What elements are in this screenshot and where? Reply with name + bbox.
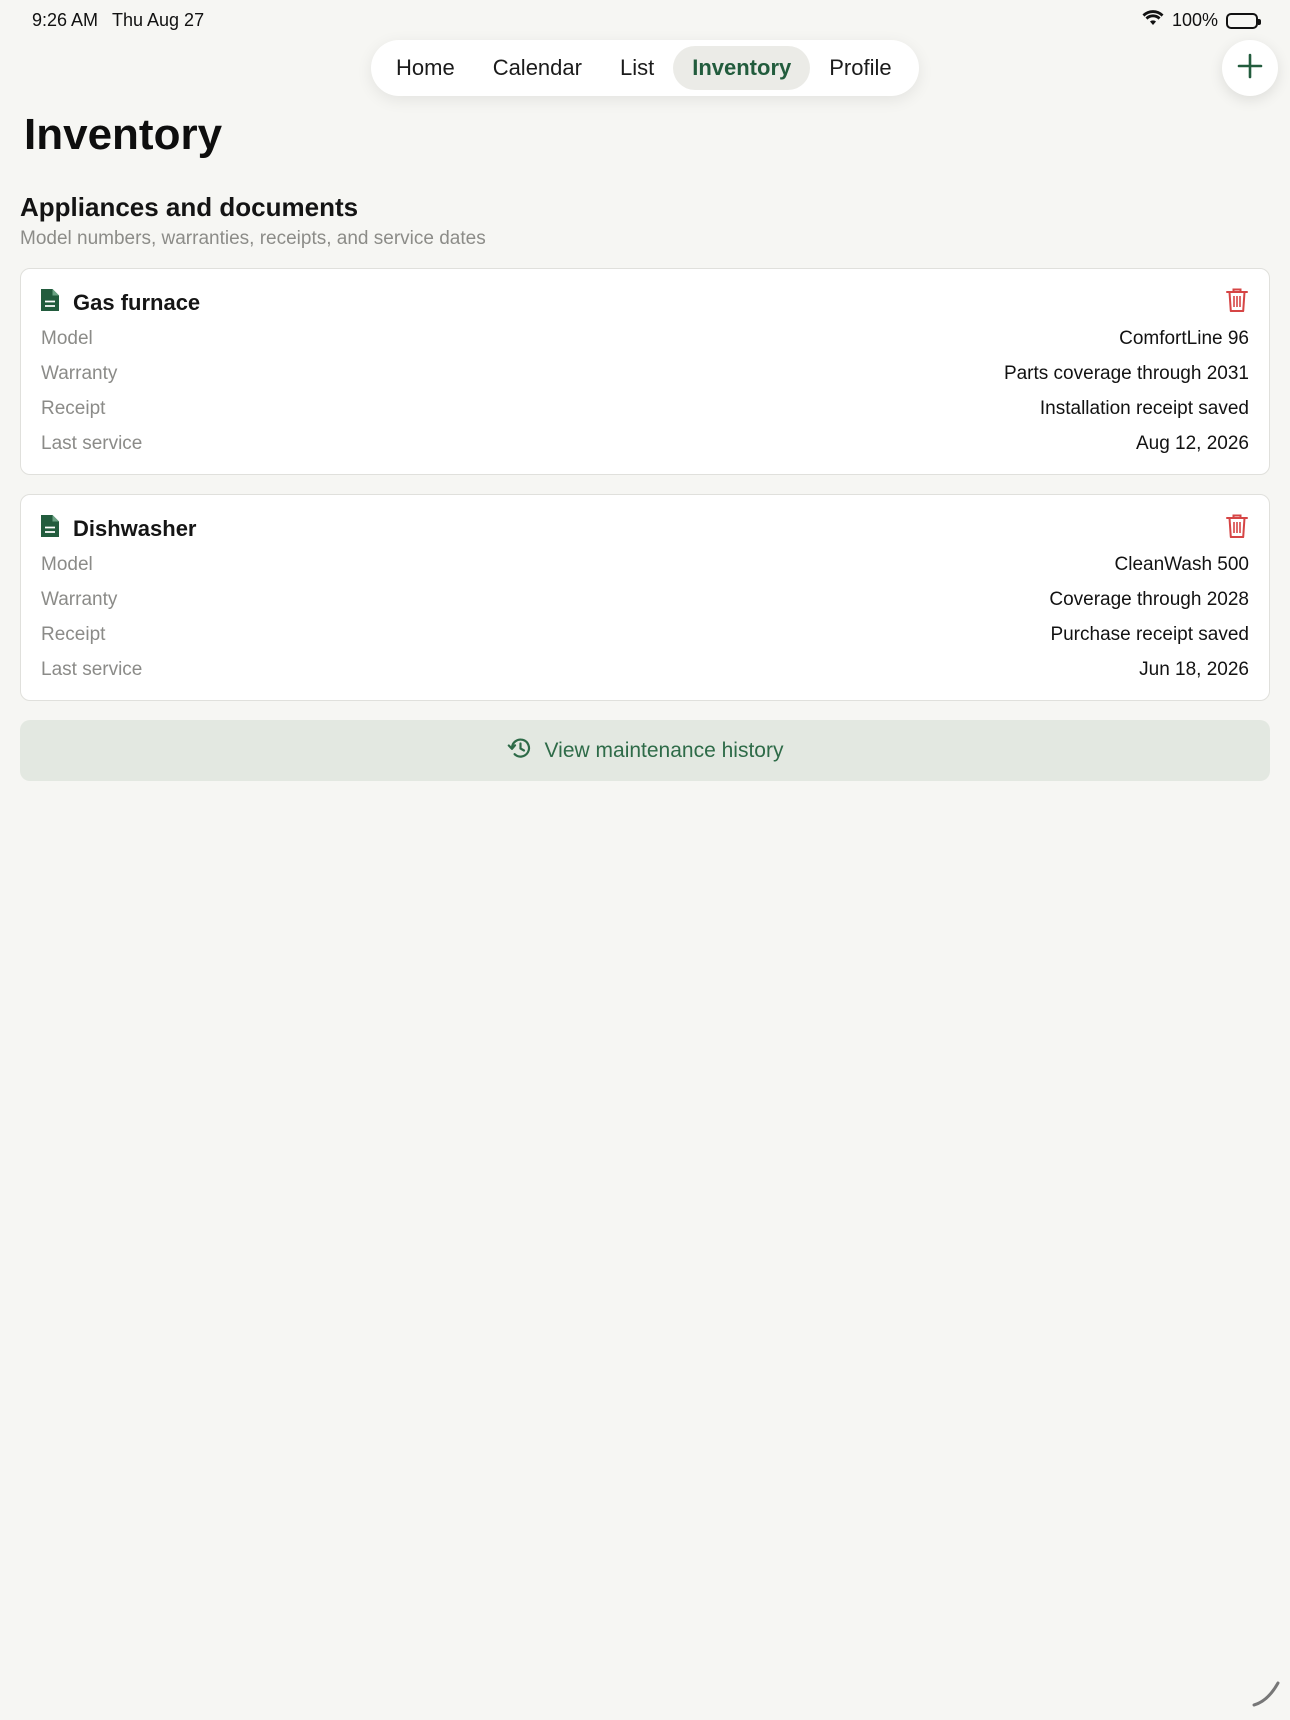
field-label: Model [41, 328, 93, 349]
field-value: CleanWash 500 [1114, 554, 1249, 575]
battery-icon [1226, 12, 1261, 29]
plus-icon [1237, 53, 1263, 84]
field-label: Last service [41, 433, 143, 454]
battery-percent: 100% [1171, 10, 1218, 30]
card-header: Dishwasher [39, 513, 197, 544]
field-label: Receipt [41, 624, 106, 645]
trash-icon[interactable] [1225, 287, 1249, 318]
status-time: 9:26 AM [32, 10, 99, 30]
status-bar: 9:26 AM Thu Aug 27 100% [0, 0, 1290, 40]
field-value: Jun 18, 2026 [1139, 659, 1249, 680]
add-button[interactable] [1222, 40, 1278, 96]
view-maintenance-history-button[interactable]: View maintenance history [20, 720, 1270, 781]
item-name: Dishwasher [73, 515, 197, 541]
field-label: Receipt [41, 398, 106, 419]
tab-calendar[interactable]: Calendar [474, 46, 601, 90]
field-value: ComfortLine 96 [1119, 328, 1249, 349]
inventory-card: Gas furnace Model ComfortLine 96 Warrant… [20, 268, 1270, 475]
resize-handle-icon [1248, 1675, 1284, 1716]
field-value: Coverage through 2028 [1049, 589, 1249, 610]
field-row: Model CleanWash 500 [41, 550, 1249, 580]
field-label: Last service [41, 659, 143, 680]
field-row: Warranty Parts coverage through 2031 [41, 359, 1249, 389]
field-value: Aug 12, 2026 [1135, 433, 1249, 454]
tab-list[interactable]: List [601, 46, 673, 90]
section-subtitle: Model numbers, warranties, receipts, and… [20, 228, 486, 249]
field-value: Installation receipt saved [1039, 398, 1249, 419]
tab-home[interactable]: Home [377, 46, 474, 90]
document-icon [39, 513, 61, 544]
inventory-card: Dishwasher Model CleanWash 500 Warranty … [20, 494, 1270, 701]
field-row: Model ComfortLine 96 [41, 324, 1249, 354]
field-row: Last service Jun 18, 2026 [41, 655, 1249, 685]
field-row: Last service Aug 12, 2026 [41, 429, 1249, 459]
history-icon [507, 735, 533, 767]
status-indicators: 100% [1142, 10, 1261, 31]
field-label: Model [41, 554, 93, 575]
tab-inventory[interactable]: Inventory [673, 46, 811, 90]
trash-icon[interactable] [1225, 513, 1249, 544]
field-value: Parts coverage through 2031 [1003, 363, 1249, 384]
top-tab-bar: Home Calendar List Inventory Profile [371, 40, 919, 96]
tab-profile[interactable]: Profile [810, 46, 910, 90]
field-value: Purchase receipt saved [1050, 624, 1249, 645]
page-title: Inventory [24, 110, 223, 159]
field-row: Receipt Installation receipt saved [41, 394, 1249, 424]
status-date: Thu Aug 27 [112, 10, 205, 30]
item-name: Gas furnace [73, 289, 201, 315]
wifi-icon [1142, 10, 1164, 31]
field-row: Receipt Purchase receipt saved [41, 620, 1249, 650]
section-title: Appliances and documents [20, 192, 359, 222]
field-label: Warranty [41, 363, 118, 384]
field-row: Warranty Coverage through 2028 [41, 585, 1249, 615]
field-label: Warranty [41, 589, 118, 610]
history-button-label: View maintenance history [544, 738, 784, 762]
card-header: Gas furnace [39, 287, 200, 318]
document-icon [39, 287, 61, 318]
